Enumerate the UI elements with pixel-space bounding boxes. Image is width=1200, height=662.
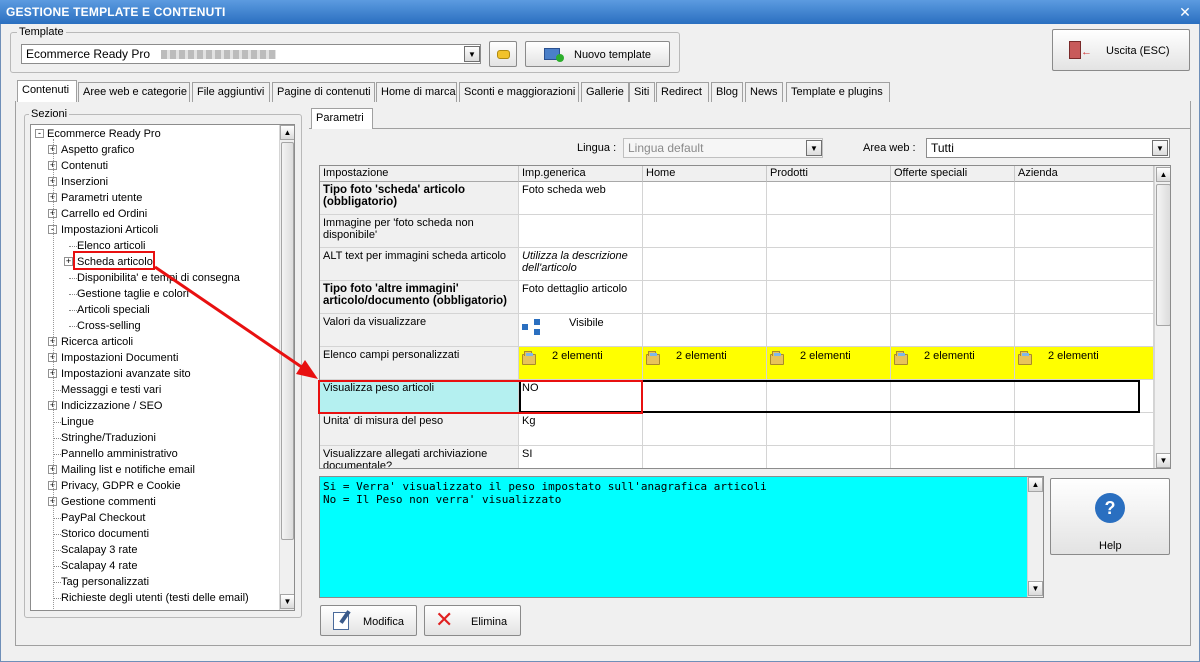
tab-parametri[interactable]: Parametri [311,108,373,129]
annotation-arrow-icon [154,265,318,379]
tab-label: Contenuti [22,84,70,96]
tab-label: Parametri [316,112,364,124]
tab-contenuti[interactable]: Contenuti [17,80,77,102]
